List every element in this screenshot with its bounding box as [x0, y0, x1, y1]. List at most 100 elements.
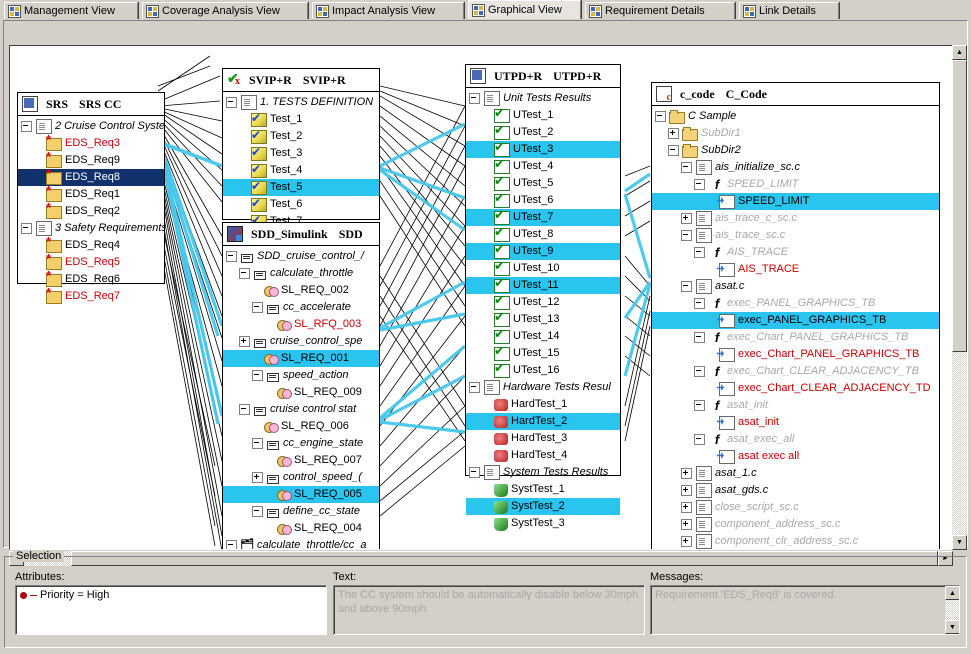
collapse-minus-icon[interactable]	[21, 121, 32, 132]
tree-row[interactable]: exec_Chart_CLEAR_ADJACENCY_TD	[652, 380, 939, 397]
tree-row[interactable]: System Tests Results	[466, 464, 620, 481]
collapse-minus-icon[interactable]	[252, 506, 263, 517]
text-box[interactable]: The CC system should be automatically di…	[333, 585, 645, 635]
tree-row[interactable]: Test_5	[223, 179, 379, 196]
collapse-minus-icon[interactable]	[469, 93, 480, 104]
tree-row[interactable]: cruise control stat	[223, 401, 379, 418]
tree-row[interactable]: Test_6	[223, 196, 379, 213]
tree-row[interactable]: SubDir1	[652, 125, 939, 142]
expand-plus-icon[interactable]	[681, 485, 692, 496]
tree-row[interactable]: HardTest_2	[466, 413, 620, 430]
collapse-minus-icon[interactable]	[239, 404, 250, 415]
collapse-minus-icon[interactable]	[469, 467, 480, 478]
collapse-minus-icon[interactable]	[694, 247, 705, 258]
tree-row[interactable]: ais_trace_sc.c	[652, 227, 939, 244]
collapse-minus-icon[interactable]	[655, 111, 666, 122]
collapse-minus-icon[interactable]	[21, 223, 32, 234]
collapse-minus-icon[interactable]	[694, 298, 705, 309]
tree-row[interactable]: UTest_8	[466, 226, 620, 243]
collapse-minus-icon[interactable]	[239, 268, 250, 279]
collapse-minus-icon[interactable]	[252, 302, 263, 313]
tree-row[interactable]: Test_1	[223, 111, 379, 128]
tree-row[interactable]: EDS_Req9	[18, 152, 164, 169]
tree-row[interactable]: fasat_init	[652, 397, 939, 414]
tree-row[interactable]: EDS_Req3	[18, 135, 164, 152]
tree-row[interactable]: UTest_2	[466, 124, 620, 141]
tree-row[interactable]: Test_2	[223, 128, 379, 145]
messages-scroll-down-button[interactable]: ▼	[945, 620, 960, 634]
tree-row[interactable]: UTest_5	[466, 175, 620, 192]
collapse-minus-icon[interactable]	[681, 162, 692, 173]
tree-row[interactable]: SL_RFQ_003	[223, 316, 379, 333]
expand-plus-icon[interactable]	[681, 213, 692, 224]
tree-row[interactable]: fexec_Chart_CLEAR_ADJACENCY_TB	[652, 363, 939, 380]
tree-row[interactable]: asat exec all	[652, 448, 939, 465]
tree-row[interactable]: SDD_cruise_control_/	[223, 248, 379, 265]
tree-row[interactable]: SL_REQ_009	[223, 384, 379, 401]
tree-row[interactable]: HardTest_1	[466, 396, 620, 413]
tree-row[interactable]: EDS_Req8	[18, 169, 164, 186]
messages-v-track[interactable]	[945, 600, 960, 620]
tree-row[interactable]: UTest_13	[466, 311, 620, 328]
tree-row[interactable]: SL_REQ_006	[223, 418, 379, 435]
tree-row[interactable]: cc_engine_state	[223, 435, 379, 452]
collapse-minus-icon[interactable]	[226, 97, 237, 108]
collapse-minus-icon[interactable]	[226, 251, 237, 262]
tree-row[interactable]: SPEED_LIMIT	[652, 193, 939, 210]
tree-row[interactable]: SystTest_2	[466, 498, 620, 515]
collapse-minus-icon[interactable]	[694, 179, 705, 190]
expand-plus-icon[interactable]	[252, 472, 263, 483]
tree-row[interactable]: UTest_11	[466, 277, 620, 294]
tree-row[interactable]: EDS_Req1	[18, 186, 164, 203]
collapse-minus-icon[interactable]	[252, 370, 263, 381]
tree-row[interactable]: UTest_9	[466, 243, 620, 260]
collapse-minus-icon[interactable]	[694, 400, 705, 411]
tree-row[interactable]: asat_gds.c	[652, 482, 939, 499]
panel-ccode-tree[interactable]: C SampleSubDir1SubDir2ais_initialize_sc.…	[652, 106, 939, 550]
tree-row[interactable]: SL_REQ_007	[223, 452, 379, 469]
tree-row[interactable]: exec_PANEL_GRAPHICS_TB	[652, 312, 939, 329]
tree-row[interactable]: UTest_12	[466, 294, 620, 311]
tree-row[interactable]: 1. TESTS DEFINITION	[223, 94, 379, 111]
tree-row[interactable]: HardTest_4	[466, 447, 620, 464]
tree-row[interactable]: UTest_4	[466, 158, 620, 175]
canvas-vertical-scrollbar[interactable]: ▲ ▼	[952, 45, 967, 550]
tree-row[interactable]: calculate_throttle/cc_a	[223, 537, 379, 550]
tree-row[interactable]: ais_trace_c_sc.c	[652, 210, 939, 227]
graph-canvas[interactable]: SRS SRS CC 2 Cruise Control SysteEDS_Req…	[9, 45, 954, 550]
attribute-row[interactable]: Priority = High	[16, 586, 326, 604]
tree-row[interactable]: EDS_Req5	[18, 254, 164, 271]
tree-row[interactable]: asat_1.c	[652, 465, 939, 482]
tree-row[interactable]: cc_accelerate	[223, 299, 379, 316]
tree-row[interactable]: asat_init	[652, 414, 939, 431]
tree-row[interactable]: control_speed_(	[223, 469, 379, 486]
attributes-box[interactable]: Priority = High	[15, 585, 327, 635]
tree-row[interactable]: UTest_3	[466, 141, 620, 158]
tree-row[interactable]: EDS_Req7	[18, 288, 164, 305]
tree-row[interactable]: fSPEED_LIMIT	[652, 176, 939, 193]
tree-row[interactable]: Hardware Tests Resul	[466, 379, 620, 396]
tree-row[interactable]: calculate_throttle	[223, 265, 379, 282]
tree-row[interactable]: asat.c	[652, 278, 939, 295]
panel-svip[interactable]: SVIP+R SVIP+R 1. TESTS DEFINITIONTest_1T…	[222, 68, 380, 220]
expand-plus-icon[interactable]	[681, 519, 692, 530]
scroll-down-button[interactable]: ▼	[952, 535, 967, 550]
collapse-minus-icon[interactable]	[694, 332, 705, 343]
collapse-minus-icon[interactable]	[226, 540, 237, 550]
tree-row[interactable]: SubDir2	[652, 142, 939, 159]
panel-svip-tree[interactable]: 1. TESTS DEFINITIONTest_1Test_2Test_3Tes…	[223, 92, 379, 232]
tab-link-details[interactable]: Link Details	[739, 2, 839, 19]
tree-row[interactable]: ais_initialize_sc.c	[652, 159, 939, 176]
tree-row[interactable]: EDS_Req2	[18, 203, 164, 220]
tree-row[interactable]: fexec_PANEL_GRAPHICS_TB	[652, 295, 939, 312]
collapse-minus-icon[interactable]	[252, 438, 263, 449]
expand-plus-icon[interactable]	[668, 128, 679, 139]
panel-ccode[interactable]: c_code C_Code C SampleSubDir1SubDir2ais_…	[651, 82, 940, 550]
tree-row[interactable]: Unit Tests Results	[466, 90, 620, 107]
tree-row[interactable]: SL_REQ_001	[223, 350, 379, 367]
tree-row[interactable]: UTest_7	[466, 209, 620, 226]
collapse-minus-icon[interactable]	[694, 366, 705, 377]
tab-impact-analysis-view[interactable]: Impact Analysis View	[312, 2, 464, 19]
expand-plus-icon[interactable]	[681, 502, 692, 513]
tab-graphical-view[interactable]: Graphical View	[468, 0, 581, 19]
